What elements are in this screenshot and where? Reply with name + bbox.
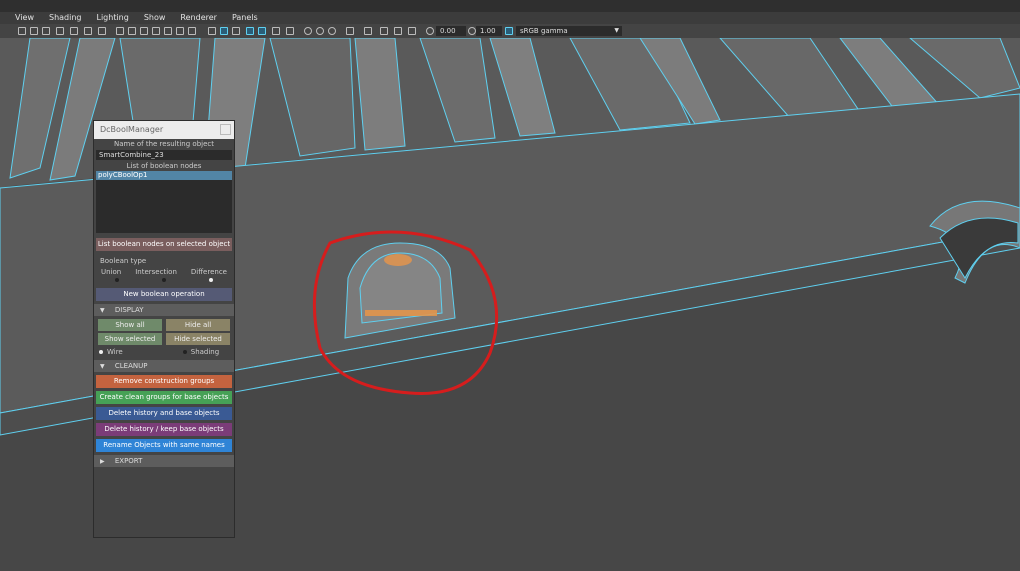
gamma-icon[interactable] (468, 27, 476, 35)
export-section-header[interactable]: ▶ EXPORT (94, 455, 234, 467)
boolean-type-options: Union Intersection Difference (94, 268, 234, 276)
boolean-node-list[interactable]: polyCBoolOp1 (96, 171, 232, 233)
viewport-menu-bar: View Shading Lighting Show Renderer Pane… (0, 12, 1020, 24)
xray-joints-icon[interactable] (380, 27, 388, 35)
difference-label: Difference (190, 268, 227, 276)
isolate-select-icon[interactable] (346, 27, 354, 35)
collapse-triangle-icon: ▼ (100, 363, 105, 370)
cleanup-header-label: CLEANUP (114, 362, 148, 370)
hide-all-button[interactable]: Hide all (166, 319, 230, 331)
result-label: Name of the resulting object (114, 140, 214, 148)
view-transform-value: sRGB gamma (520, 27, 568, 35)
image-plane-icon[interactable] (56, 27, 64, 35)
wire-radio[interactable] (99, 350, 103, 354)
viewport-toolbar: 0.00 1.00 sRGB gamma ▼ (0, 24, 1020, 39)
playblast-icon[interactable] (98, 27, 106, 35)
boolean-type-radios (94, 276, 234, 284)
shading-radio[interactable] (182, 350, 187, 354)
wireframe-icon[interactable] (208, 27, 216, 35)
intersection-label: Intersection (135, 268, 177, 276)
textured-icon[interactable] (246, 27, 254, 35)
shadows-icon[interactable] (272, 27, 280, 35)
gamma-field[interactable]: 1.00 (476, 26, 502, 36)
wire-option[interactable]: Wire (99, 348, 123, 356)
view-transform-select[interactable]: sRGB gamma ▼ (516, 26, 622, 36)
bookmark-icon[interactable] (42, 27, 50, 35)
safe-action-icon[interactable] (176, 27, 184, 35)
use-lights-icon[interactable] (258, 27, 266, 35)
display-section-header[interactable]: ▼ DISPLAY (94, 304, 234, 316)
expand-triangle-icon: ▶ (100, 458, 105, 465)
remove-construction-groups-button[interactable]: Remove construction groups (96, 375, 232, 388)
menu-panels[interactable]: Panels (232, 12, 258, 24)
chevron-down-icon: ▼ (614, 27, 619, 34)
intersection-radio[interactable] (161, 278, 166, 282)
new-boolean-operation-button[interactable]: New boolean operation (96, 288, 232, 301)
dcboolmanager-window: DcBoolManager Name of the resulting obje… (93, 120, 235, 538)
film-gate-icon[interactable] (128, 27, 136, 35)
camera-attributes-icon[interactable] (30, 27, 38, 35)
boolean-type-label: Boolean type (100, 257, 147, 265)
exposure-icon[interactable] (426, 27, 434, 35)
menu-lighting[interactable]: Lighting (96, 12, 128, 24)
rename-objects-button[interactable]: Rename Objects with same names (96, 439, 232, 452)
gate-mask-icon[interactable] (152, 27, 160, 35)
camera-select-icon[interactable] (18, 27, 26, 35)
close-icon[interactable] (220, 124, 231, 135)
collapse-triangle-icon: ▼ (100, 307, 105, 314)
wire-on-shaded-icon[interactable] (232, 27, 240, 35)
depth-of-field-icon[interactable] (328, 27, 336, 35)
window-title-bar[interactable]: DcBoolManager (94, 121, 234, 139)
list-label: List of boolean nodes (126, 162, 202, 170)
menu-view[interactable]: View (15, 12, 34, 24)
difference-radio[interactable] (208, 278, 213, 282)
display-mode-options: Wire Shading (94, 348, 234, 356)
exposure-field[interactable]: 0.00 (436, 26, 466, 36)
union-label: Union (101, 268, 122, 276)
shading-label: Shading (190, 348, 220, 356)
field-chart-icon[interactable] (164, 27, 172, 35)
menu-show[interactable]: Show (144, 12, 166, 24)
create-clean-groups-button[interactable]: Create clean groups for base objects (96, 391, 232, 404)
safe-title-icon[interactable] (188, 27, 196, 35)
xray-components-icon[interactable] (394, 27, 402, 35)
delete-history-base-button[interactable]: Delete history and base objects (96, 407, 232, 420)
snapshot-icon[interactable] (84, 27, 92, 35)
export-header-label: EXPORT (114, 457, 143, 465)
color-management-icon[interactable] (505, 27, 513, 35)
window-top-strip (0, 0, 1020, 12)
result-name-field[interactable]: SmartCombine_23 (96, 150, 232, 160)
shading-option[interactable]: Shading (182, 348, 220, 356)
wire-label: Wire (107, 348, 123, 356)
cleanup-section-header[interactable]: ▼ CLEANUP (94, 360, 234, 372)
smooth-shade-icon[interactable] (220, 27, 228, 35)
xray-icon[interactable] (364, 27, 372, 35)
lock-camera-icon[interactable] (70, 27, 78, 35)
motion-blur-icon[interactable] (304, 27, 312, 35)
ambient-occlusion-icon[interactable] (286, 27, 294, 35)
list-item[interactable]: polyCBoolOp1 (96, 171, 232, 180)
resolution-gate-icon[interactable] (140, 27, 148, 35)
window-title: DcBoolManager (100, 125, 164, 134)
show-selected-button[interactable]: Show selected (98, 333, 162, 345)
grid-icon[interactable] (116, 27, 124, 35)
display-buttons: Show all Hide all Show selected Hide sel… (98, 319, 230, 345)
backface-culling-icon[interactable] (408, 27, 416, 35)
display-header-label: DISPLAY (114, 306, 144, 314)
menu-renderer[interactable]: Renderer (180, 12, 217, 24)
anti-aliasing-icon[interactable] (316, 27, 324, 35)
hide-selected-button[interactable]: Hide selected (166, 333, 230, 345)
menu-shading[interactable]: Shading (49, 12, 82, 24)
union-radio[interactable] (115, 278, 120, 282)
show-all-button[interactable]: Show all (98, 319, 162, 331)
list-boolean-nodes-button[interactable]: List boolean nodes on selected object (96, 238, 232, 251)
delete-history-keep-button[interactable]: Delete history / keep base objects (96, 423, 232, 436)
